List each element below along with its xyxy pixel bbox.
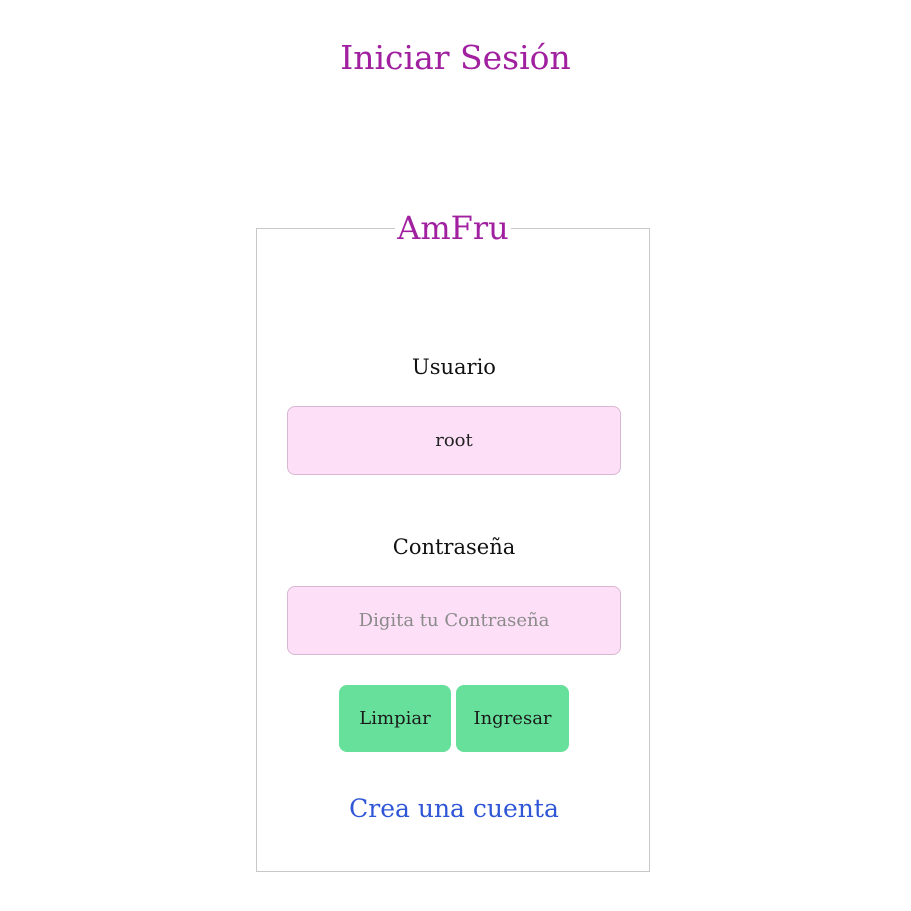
- create-account-link[interactable]: Crea una cuenta: [257, 792, 651, 826]
- page-title: Iniciar Sesión: [340, 38, 571, 77]
- password-label: Contraseña: [392, 535, 516, 559]
- password-input[interactable]: [287, 586, 621, 655]
- login-form: AmFru Usuario Contraseña Limpiar Ingresa…: [256, 209, 650, 872]
- clear-button[interactable]: Limpiar: [339, 685, 451, 752]
- submit-button[interactable]: Ingresar: [456, 685, 569, 752]
- login-page: Iniciar Sesión AmFru Usuario Contraseña …: [0, 0, 911, 911]
- username-input[interactable]: [287, 406, 621, 475]
- username-label: Usuario: [412, 355, 496, 379]
- form-legend: AmFru: [397, 209, 509, 247]
